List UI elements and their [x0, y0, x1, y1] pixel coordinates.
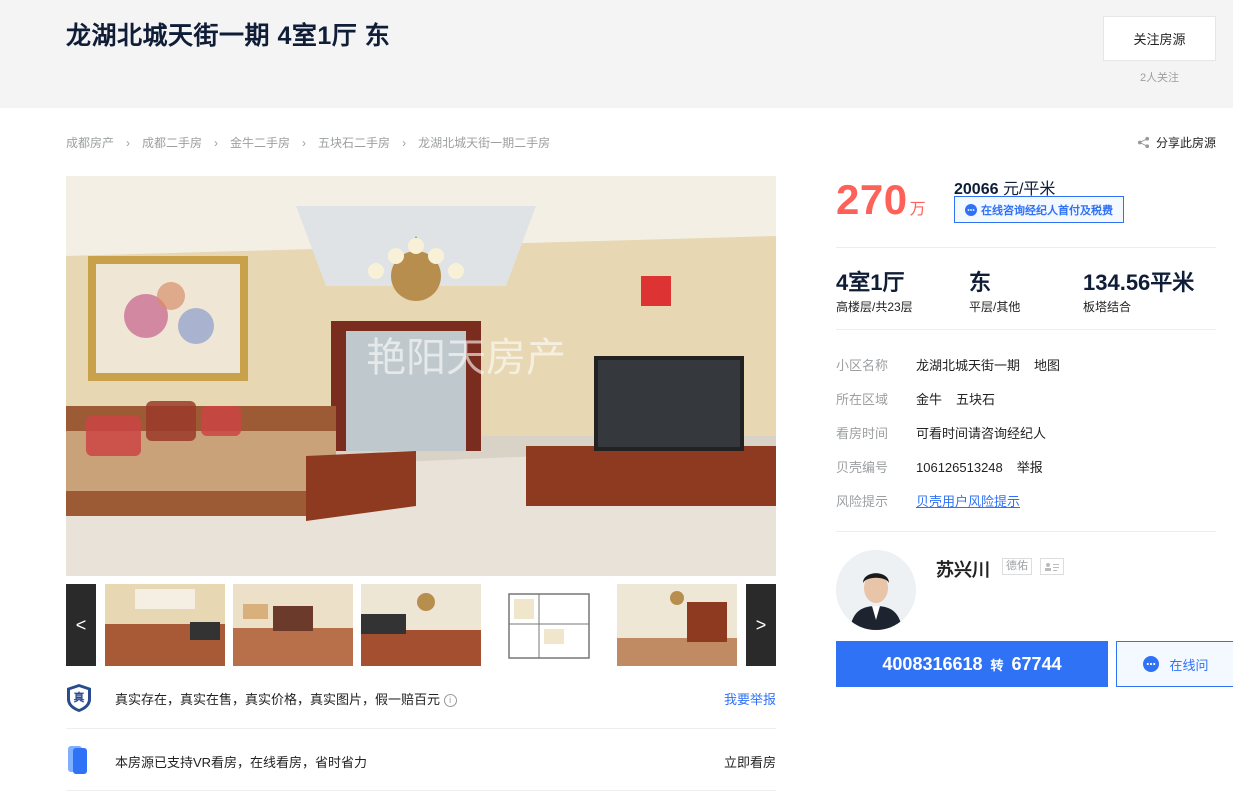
divider	[66, 790, 776, 791]
id-card-icon	[1045, 562, 1059, 571]
consult-fees-button[interactable]: 在线咨询经纪人首付及税费	[954, 196, 1124, 223]
follow-count: 2人关注	[1139, 72, 1180, 84]
info-area: 所在区域 金牛 五块石	[836, 389, 1009, 408]
trust-badge-label: 真	[73, 692, 85, 704]
trust-row: 真 真实存在，真实在售，真实价格，真实图片，假一赔百元 i 我要举报	[66, 683, 776, 713]
attr-orientation: 东 平层/其他	[969, 265, 1020, 315]
total-price: 270 万	[836, 176, 926, 224]
thumbnail-floor-plan[interactable]	[489, 584, 609, 666]
chevron-right-icon: ›	[214, 135, 219, 150]
attr-orientation-sub: 平层/其他	[969, 300, 1021, 314]
agent-phone-ext: 67744	[1011, 653, 1062, 674]
agent-phone: 4008316618	[882, 653, 983, 674]
online-chat-button[interactable]: 在线问	[1116, 641, 1233, 687]
attr-layout: 4室1厅 高楼层/共23层	[836, 265, 913, 315]
info-community: 小区名称 龙湖北城天街一期 地图	[836, 355, 1074, 374]
chat-icon	[1143, 656, 1160, 672]
info-area-label: 所在区域	[836, 392, 889, 407]
attr-area-sub: 板塔结合	[1083, 300, 1132, 314]
share-icon	[1137, 136, 1150, 149]
trust-text: 真实存在，真实在售，真实价格，真实图片，假一赔百元 i	[115, 689, 457, 708]
phone-transfer-label: 转	[990, 657, 1004, 673]
breadcrumb-item-area[interactable]: 五块石二手房	[318, 134, 390, 151]
attr-area-value: 134.56平米	[1083, 270, 1195, 295]
info-id-label: 贝壳编号	[836, 460, 889, 475]
info-risk-label: 风险提示	[836, 494, 889, 509]
thumbnail-living-room[interactable]	[105, 584, 225, 666]
thumbnail-dining-room[interactable]	[617, 584, 737, 666]
report-link[interactable]: 我要举报	[724, 689, 776, 708]
thumbnail-image	[617, 584, 737, 666]
attr-layout-sub: 高楼层/共23层	[836, 300, 913, 314]
info-visit: 看房时间 可看时间请咨询经纪人	[836, 423, 1046, 442]
subarea-link[interactable]: 五块石	[956, 392, 995, 407]
follow-button[interactable]: 关注房源	[1103, 16, 1216, 61]
agent-avatar[interactable]	[836, 550, 916, 630]
map-link[interactable]: 地图	[1034, 358, 1060, 373]
attr-area: 134.56平米 板塔结合	[1083, 265, 1194, 315]
share-label: 分享此房源	[1155, 136, 1216, 150]
attr-layout-value: 4室1厅	[836, 270, 905, 295]
business-card-icon[interactable]	[1040, 558, 1064, 575]
info-id: 贝壳编号 106126513248 举报	[836, 457, 1057, 476]
vr-row: 本房源已支持VR看房，在线看房，省时省力 立即看房	[66, 744, 776, 776]
breadcrumb-item-secondhand[interactable]: 成都二手房	[142, 134, 202, 151]
page-title: 龙湖北城天街一期 4室1厅 东	[66, 22, 391, 50]
community-link[interactable]: 龙湖北城天街一期	[916, 358, 1020, 373]
chevron-right-icon: ›	[302, 135, 307, 150]
chat-icon	[965, 203, 977, 216]
thumbnail-living-room-3[interactable]	[361, 584, 481, 666]
vr-icon	[68, 746, 87, 774]
breadcrumb-item-community[interactable]: 龙湖北城天街一期二手房	[418, 134, 550, 151]
thumbnail-next-button[interactable]: >	[746, 584, 776, 666]
info-visit-label: 看房时间	[836, 426, 889, 441]
breadcrumb: 成都房产 › 成都二手房 › 金牛二手房 › 五块石二手房 › 龙湖北城天街一期…	[66, 134, 550, 151]
divider	[66, 728, 776, 729]
share-button[interactable]: 分享此房源	[1137, 134, 1216, 151]
attr-orientation-value: 东	[969, 270, 992, 295]
divider	[836, 531, 1216, 532]
thumbnail-image	[105, 584, 225, 666]
info-visit-value: 可看时间请咨询经纪人	[916, 426, 1047, 441]
living-room-photo: 艳阳天房产	[66, 176, 776, 576]
info-community-label: 小区名称	[836, 358, 889, 373]
agent-photo	[836, 550, 916, 630]
listing-id: 106126513248	[916, 460, 1003, 475]
chevron-right-icon: ›	[402, 135, 407, 150]
floor-plan-image	[489, 584, 609, 666]
chevron-right-icon: ›	[126, 135, 131, 150]
call-agent-button[interactable]: 4008316618 转 67744	[836, 641, 1108, 687]
report-listing-link[interactable]: 举报	[1017, 460, 1043, 475]
risk-warning-link[interactable]: 贝壳用户风险提示	[916, 491, 1020, 510]
thumbnail-prev-button[interactable]: <	[66, 584, 96, 666]
thumbnail-image	[361, 584, 481, 666]
district-link[interactable]: 金牛	[916, 392, 942, 407]
total-price-unit: 万	[909, 201, 926, 218]
breadcrumb-item-district[interactable]: 金牛二手房	[230, 134, 290, 151]
agent-company-badge: 德佑	[1002, 558, 1032, 575]
watermark-text: 艳阳天房产	[366, 335, 566, 381]
thumbnail-strip: < >	[66, 584, 776, 666]
info-risk: 风险提示 贝壳用户风险提示	[836, 491, 1020, 510]
main-photo[interactable]: 艳阳天房产	[66, 176, 776, 576]
divider	[836, 329, 1216, 330]
breadcrumb-item-city[interactable]: 成都房产	[66, 134, 114, 151]
consult-fees-label: 在线咨询经纪人首付及税费	[981, 204, 1113, 217]
agent-name[interactable]: 苏兴川	[936, 556, 990, 582]
divider	[836, 247, 1216, 248]
thumbnail-image	[233, 584, 353, 666]
info-icon[interactable]: i	[443, 694, 457, 707]
thumbnail-living-room-2[interactable]	[233, 584, 353, 666]
vr-text: 本房源已支持VR看房，在线看房，省时省力	[115, 755, 368, 770]
online-chat-label: 在线问	[1169, 657, 1209, 673]
total-price-value: 270	[836, 176, 908, 223]
vr-view-link[interactable]: 立即看房	[724, 752, 776, 771]
trust-text-label: 真实存在，真实在售，真实价格，真实图片，假一赔百元	[115, 692, 441, 707]
